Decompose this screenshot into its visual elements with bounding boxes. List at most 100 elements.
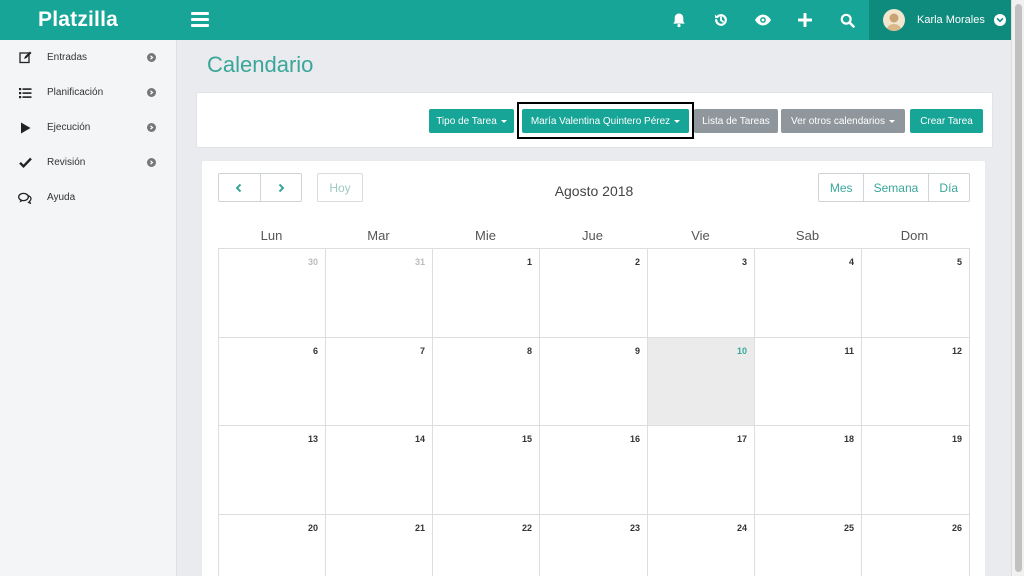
day-number: 14: [414, 434, 425, 444]
day-number: 26: [951, 522, 962, 533]
menu-toggle-icon[interactable]: [191, 12, 209, 28]
day-number: 12: [951, 345, 962, 356]
user-menu[interactable]: Karla Morales: [869, 0, 1011, 40]
app-logo[interactable]: Platzilla: [0, 0, 176, 40]
view-week-button[interactable]: Semana: [863, 174, 927, 201]
chevron-down-icon[interactable]: [993, 14, 1006, 26]
play-icon: [18, 121, 32, 135]
sidebar-item-ejecucion[interactable]: Ejecución: [0, 110, 176, 145]
page-scrollbar[interactable]: [1011, 0, 1024, 576]
day-number: 25: [843, 522, 854, 533]
day-cell[interactable]: 18: [755, 426, 862, 515]
day-cell[interactable]: 25: [755, 514, 862, 576]
history-icon[interactable]: [710, 9, 732, 31]
day-cell[interactable]: 23: [540, 514, 648, 576]
day-cell[interactable]: 30: [219, 249, 326, 338]
caret-down-icon: [888, 119, 895, 123]
weekday-header: Sab: [795, 228, 820, 243]
prev-month-button[interactable]: [219, 174, 260, 201]
day-cell[interactable]: 2: [540, 249, 648, 338]
page-title: Calendario: [207, 52, 314, 77]
sidebar-item-planificacion[interactable]: Planificación: [0, 75, 176, 110]
day-cell[interactable]: 14: [326, 426, 433, 515]
sidebar-item-label: Ayuda: [47, 192, 76, 203]
chevron-left-icon: [235, 183, 242, 192]
day-number: 10: [736, 345, 747, 356]
sidebar-item-label: Entradas: [47, 52, 88, 63]
day-cell[interactable]: 31: [326, 249, 433, 338]
other-calendars-label: Ver otros calendarios: [791, 115, 885, 127]
weekday-header: Mie: [475, 228, 496, 243]
calendar-nav: [218, 173, 302, 202]
next-month-button[interactable]: [259, 174, 302, 201]
sidebar: Entradas Planificación Ejecución Revisió…: [0, 40, 177, 576]
day-cell[interactable]: 19: [862, 426, 970, 515]
view-day-button[interactable]: Día: [927, 174, 969, 201]
view-month-button[interactable]: Mes: [819, 174, 863, 201]
day-number: 19: [951, 434, 962, 444]
task-list-button[interactable]: Lista de Tareas: [694, 109, 778, 133]
day-cell[interactable]: 17: [648, 426, 755, 515]
chevron-right-icon: [147, 53, 156, 62]
bell-icon[interactable]: [668, 9, 690, 31]
day-cell[interactable]: 11: [755, 337, 862, 426]
day-cell[interactable]: 10: [648, 337, 755, 426]
weekday-header: Dom: [900, 228, 929, 243]
day-cell[interactable]: 8: [433, 337, 540, 426]
create-task-button[interactable]: Crear Tarea: [910, 109, 983, 133]
calendar-title: Agosto 2018: [554, 183, 634, 199]
today-button[interactable]: Hoy: [317, 173, 363, 202]
day-cell[interactable]: 13: [219, 426, 326, 515]
eye-icon[interactable]: [752, 9, 774, 31]
day-number: 21: [414, 522, 425, 533]
sidebar-item-entradas[interactable]: Entradas: [0, 40, 176, 75]
day-number: 1: [526, 257, 532, 267]
day-cell[interactable]: 6: [219, 337, 326, 426]
weekday-header: Mar: [367, 228, 390, 243]
weekday-header: Jue: [582, 228, 603, 243]
day-cell[interactable]: 20: [219, 514, 326, 576]
day-cell[interactable]: 1: [433, 249, 540, 338]
day-number: 6: [312, 345, 318, 356]
day-number: 23: [629, 522, 640, 533]
chevron-right-icon: [278, 183, 285, 192]
day-number: 11: [844, 345, 854, 356]
day-cell[interactable]: 21: [326, 514, 433, 576]
day-cell[interactable]: 22: [433, 514, 540, 576]
day-number: 24: [736, 522, 747, 533]
day-cell[interactable]: 12: [862, 337, 970, 426]
day-cell[interactable]: 15: [433, 426, 540, 515]
check-icon: [18, 156, 32, 170]
day-number: 4: [848, 257, 854, 267]
plus-icon[interactable]: [794, 9, 816, 31]
chat-icon: [18, 191, 32, 205]
day-cell[interactable]: 26: [862, 514, 970, 576]
search-icon[interactable]: [836, 9, 858, 31]
day-number: 22: [521, 522, 532, 533]
day-cell[interactable]: 3: [648, 249, 755, 338]
sidebar-item-ayuda[interactable]: Ayuda: [0, 180, 176, 215]
day-number: 30: [307, 257, 318, 267]
other-calendars-dropdown[interactable]: Ver otros calendarios: [781, 109, 905, 133]
day-number: 13: [307, 434, 318, 444]
user-name: Karla Morales: [917, 14, 985, 26]
day-number: 7: [419, 345, 425, 356]
day-cell[interactable]: 5: [862, 249, 970, 338]
caret-down-icon: [500, 119, 507, 123]
edit-icon: [18, 51, 32, 65]
day-number: 9: [634, 345, 640, 356]
day-cell[interactable]: 4: [755, 249, 862, 338]
day-cell[interactable]: 7: [326, 337, 433, 426]
scrollbar-thumb[interactable]: [1015, 4, 1022, 572]
sidebar-item-revision[interactable]: Revisión: [0, 145, 176, 180]
day-number: 17: [736, 434, 747, 444]
day-cell[interactable]: 16: [540, 426, 648, 515]
day-number: 15: [521, 434, 532, 444]
chevron-right-icon: [147, 123, 156, 132]
day-cell[interactable]: 9: [540, 337, 648, 426]
day-cell[interactable]: 24: [648, 514, 755, 576]
task-type-label: Tipo de Tarea: [436, 115, 497, 127]
task-type-dropdown[interactable]: Tipo de Tarea: [429, 109, 514, 133]
weekday-header: Vie: [691, 228, 710, 243]
day-number: 5: [956, 257, 962, 267]
